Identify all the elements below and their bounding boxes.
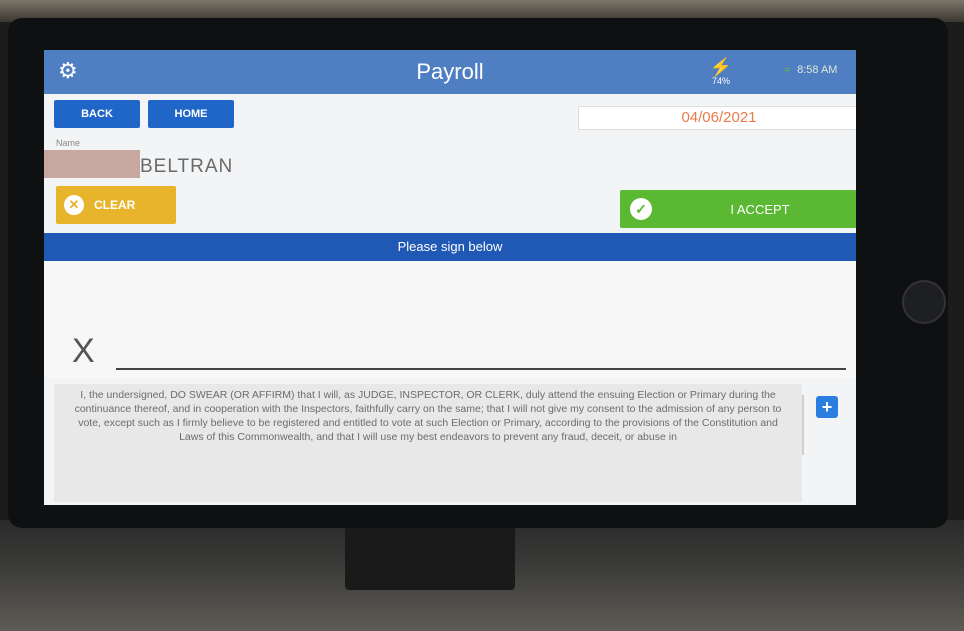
home-button[interactable]: HOME bbox=[148, 100, 234, 128]
name-value: BELTRAN bbox=[140, 156, 234, 177]
accept-label: I ACCEPT bbox=[730, 202, 790, 217]
clock: 8:58 AM bbox=[797, 64, 838, 76]
accept-button[interactable]: ✓ I ACCEPT bbox=[620, 190, 856, 228]
clear-label: CLEAR bbox=[94, 198, 136, 212]
app-screen: ⚙ Payroll ⚡ 74% ≈ 8:58 AM BACK HOME 04/0… bbox=[44, 50, 856, 505]
expand-plus-button[interactable]: + bbox=[816, 396, 838, 418]
scrollbar[interactable] bbox=[802, 395, 804, 455]
battery-indicator: ⚡ 74% bbox=[706, 58, 736, 86]
wifi-icon: ≈ bbox=[784, 64, 791, 76]
signature-pad[interactable] bbox=[44, 261, 856, 378]
signature-line bbox=[116, 368, 846, 370]
sign-prompt-bar: Please sign below bbox=[44, 233, 856, 261]
clear-button[interactable]: ✕ CLEAR bbox=[56, 186, 176, 224]
back-button[interactable]: BACK bbox=[54, 100, 140, 128]
signature-x-mark: X bbox=[72, 332, 95, 370]
redaction-mark bbox=[44, 150, 140, 178]
battery-level: 74% bbox=[711, 76, 730, 86]
oath-text-box[interactable]: I, the undersigned, DO SWEAR (OR AFFIRM)… bbox=[54, 384, 802, 502]
tablet-home-button[interactable] bbox=[902, 280, 946, 324]
oath-text: I, the undersigned, DO SWEAR (OR AFFIRM)… bbox=[74, 389, 782, 443]
name-label: Name bbox=[56, 138, 81, 148]
date-field: 04/06/2021 bbox=[578, 106, 856, 130]
tablet-stand bbox=[345, 525, 515, 590]
battery-icon: ⚡ bbox=[709, 57, 733, 77]
check-icon: ✓ bbox=[630, 198, 652, 220]
close-icon: ✕ bbox=[64, 195, 84, 215]
plus-icon: + bbox=[821, 397, 833, 417]
status-area: ≈ 8:58 AM bbox=[784, 64, 837, 76]
header-bar: ⚙ Payroll ⚡ 74% ≈ 8:58 AM bbox=[44, 50, 856, 94]
